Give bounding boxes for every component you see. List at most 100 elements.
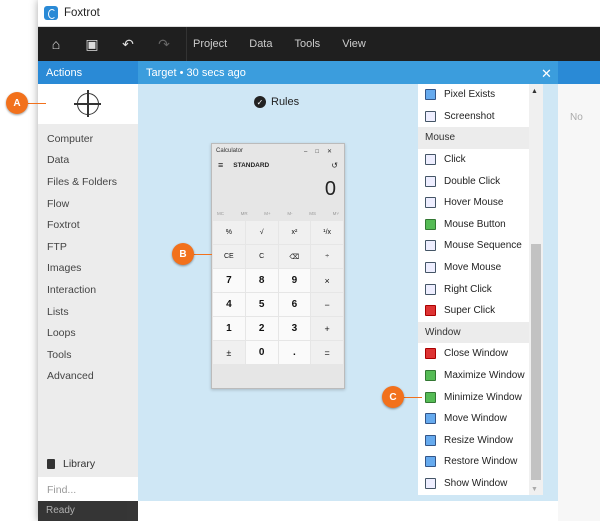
scroll-down-icon[interactable]: ▼ [531, 486, 538, 493]
title-bar: Foxtrot [38, 0, 600, 27]
toolbar: ⌂ ▣ ↶ ↷ Project Data Tools View [38, 27, 600, 61]
menu-project[interactable]: Project [193, 38, 227, 50]
calculator-display: 0 [324, 178, 336, 200]
action-label: Show Window [444, 477, 508, 489]
calculator-title: Calculator [216, 148, 244, 154]
category-ftp[interactable]: FTP [38, 236, 138, 258]
calculator-preview[interactable]: Calculator –□✕ ≡ STANDARD ↺ 0 MC MR M+ M… [211, 143, 345, 389]
action-label: Click [444, 154, 466, 166]
action-label: Move Window [444, 413, 507, 425]
category-foxtrot[interactable]: Foxtrot [38, 214, 138, 236]
category-list: Computer Data Files & Folders Flow Foxtr… [38, 124, 138, 387]
mouse-button-icon [425, 218, 436, 230]
category-data[interactable]: Data [38, 150, 138, 172]
library-button[interactable]: Library [38, 453, 138, 474]
callout-c: C [382, 386, 404, 408]
menu-view[interactable]: View [342, 38, 366, 50]
action-pixel-exists[interactable]: Pixel Exists [418, 84, 543, 106]
callout-b-line [192, 254, 212, 255]
action-double-click[interactable]: Double Click [418, 170, 543, 192]
calc-key: . [278, 341, 311, 364]
redo-icon[interactable]: ↷ [146, 27, 182, 61]
close-icon[interactable]: ✕ [541, 66, 552, 82]
calc-key: x² [278, 221, 311, 244]
section-mouse: Mouse [418, 127, 543, 149]
action-super-click[interactable]: Super Click [418, 300, 543, 322]
scrollbar-thumb[interactable] [531, 244, 541, 480]
action-hover-mouse[interactable]: Hover Mouse [418, 192, 543, 214]
calc-key: ⌫ [278, 245, 311, 268]
action-restore-window[interactable]: Restore Window [418, 451, 543, 473]
action-move-window[interactable]: Move Window [418, 408, 543, 430]
category-tools[interactable]: Tools [38, 344, 138, 366]
calc-key: 0 [245, 341, 278, 364]
action-list-panel: Pixel Exists Screenshot Mouse Click Doub… [418, 84, 543, 495]
calc-key: 4 [213, 293, 245, 316]
scroll-up-icon[interactable]: ▲ [531, 88, 538, 95]
actions-panel: Actions Computer Data Files & Folders Fl… [38, 61, 138, 521]
action-mouse-button[interactable]: Mouse Button [418, 214, 543, 236]
find-input[interactable]: Find... [38, 477, 138, 501]
category-interaction[interactable]: Interaction [38, 279, 138, 301]
calc-key: = [311, 341, 343, 364]
book-icon [47, 458, 55, 469]
action-move-mouse[interactable]: Move Mouse [418, 257, 543, 279]
category-advanced[interactable]: Advanced [38, 366, 138, 388]
restore-window-icon [425, 456, 436, 468]
calc-key: 6 [278, 293, 311, 316]
calc-key: ÷ [311, 245, 343, 268]
crosshair-icon[interactable] [74, 90, 101, 117]
action-label: Close Window [444, 348, 508, 360]
camera-icon [425, 110, 436, 122]
menu-data[interactable]: Data [249, 38, 272, 50]
calc-key: ¹/x [311, 221, 343, 244]
calc-key: − [311, 293, 343, 316]
category-lists[interactable]: Lists [38, 301, 138, 323]
minimize-window-icon [425, 391, 436, 403]
target-header: Target • 30 secs ago [138, 61, 558, 84]
calc-key: 5 [245, 293, 278, 316]
calc-key: % [213, 221, 245, 244]
category-computer[interactable]: Computer [38, 128, 138, 150]
action-maximize-window[interactable]: Maximize Window [418, 365, 543, 387]
target-picker[interactable] [38, 84, 138, 124]
callout-a-line [28, 103, 46, 104]
memory-key: M+ [264, 210, 271, 216]
menu-tools[interactable]: Tools [295, 38, 321, 50]
resize-window-icon [425, 434, 436, 446]
move-mouse-icon [425, 262, 436, 274]
category-files-folders[interactable]: Files & Folders [38, 171, 138, 193]
action-label: Right Click [444, 283, 492, 295]
calc-key: √ [245, 221, 278, 244]
category-images[interactable]: Images [38, 258, 138, 280]
memory-key: MC [217, 210, 224, 216]
home-icon[interactable]: ⌂ [38, 27, 74, 61]
app-window: Foxtrot ⌂ ▣ ↶ ↷ Project Data Tools View … [38, 0, 600, 521]
action-mouse-sequence[interactable]: Mouse Sequence [418, 235, 543, 257]
calculator-titlebar: Calculator –□✕ [212, 144, 344, 158]
cursor-icon [425, 154, 436, 166]
undo-icon[interactable]: ↶ [110, 27, 146, 61]
calc-key: C [245, 245, 278, 268]
category-flow[interactable]: Flow [38, 193, 138, 215]
memory-key: M- [287, 210, 293, 216]
background-faded-text: No [570, 112, 583, 123]
action-right-click[interactable]: Right Click [418, 278, 543, 300]
action-label: Pixel Exists [444, 89, 496, 101]
check-circle-icon: ✓ [254, 96, 266, 108]
action-label: Restore Window [444, 456, 518, 468]
action-close-window[interactable]: Close Window [418, 343, 543, 365]
action-label: Move Mouse [444, 262, 502, 274]
background-panel [558, 61, 600, 521]
action-click[interactable]: Click [418, 149, 543, 171]
action-list-scrollbar[interactable]: ▲ ▼ [529, 84, 543, 495]
rules-button[interactable]: ✓ Rules [254, 96, 299, 108]
double-click-icon [425, 175, 436, 187]
action-minimize-window[interactable]: Minimize Window [418, 386, 543, 408]
action-screenshot[interactable]: Screenshot [418, 106, 543, 128]
action-show-window[interactable]: Show Window [418, 473, 543, 495]
action-resize-window[interactable]: Resize Window [418, 430, 543, 452]
app-title: Foxtrot [64, 7, 100, 19]
category-loops[interactable]: Loops [38, 322, 138, 344]
save-icon[interactable]: ▣ [74, 27, 110, 61]
